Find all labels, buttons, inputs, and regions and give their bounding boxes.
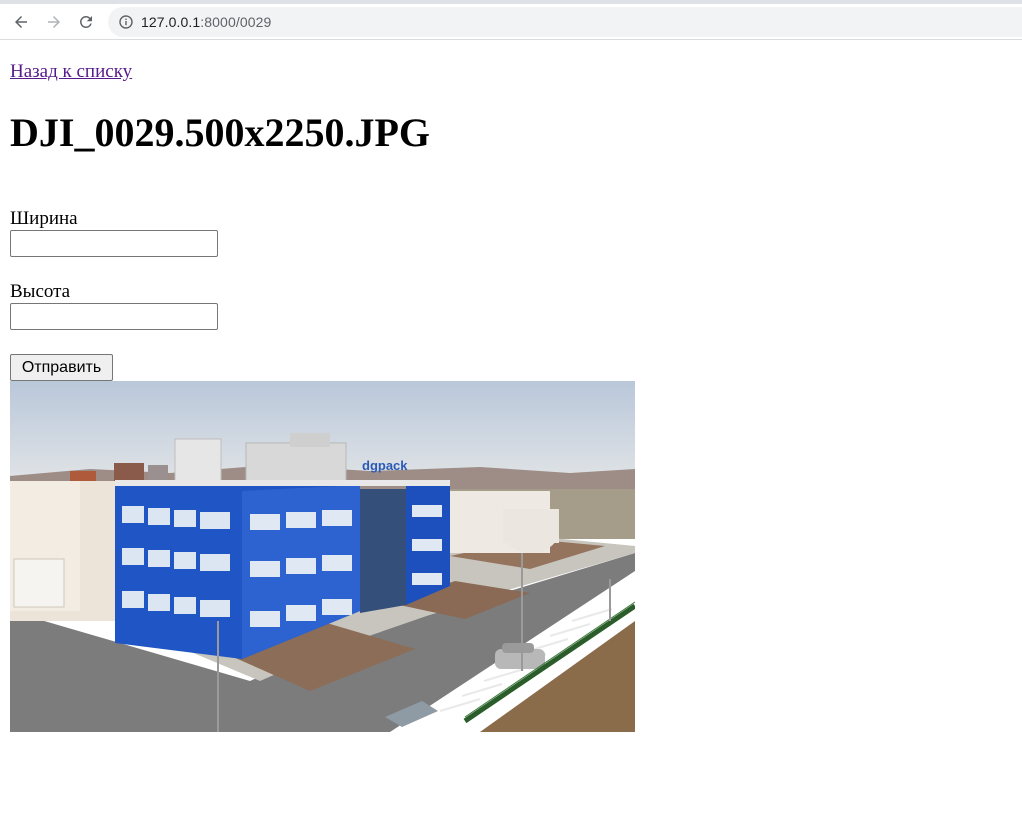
info-icon[interactable] [119, 15, 133, 29]
submit-button[interactable]: Отправить [10, 354, 113, 381]
reload-button[interactable] [74, 10, 98, 34]
forward-button[interactable] [42, 10, 66, 34]
arrow-left-icon [15, 16, 27, 28]
building-photo: dgpack [10, 381, 635, 732]
height-input[interactable] [10, 303, 218, 330]
arrow-right-icon [48, 16, 60, 28]
svg-text:dgpack: dgpack [362, 458, 408, 473]
url-text: 127.0.0.1:8000/0029 [141, 14, 271, 30]
browser-toolbar: 127.0.0.1:8000/0029 [0, 4, 1022, 40]
back-to-list-link[interactable]: Назад к списку [10, 61, 132, 83]
address-bar[interactable]: 127.0.0.1:8000/0029 [108, 7, 1022, 37]
width-input[interactable] [10, 230, 218, 257]
page-title: DJI_0029.500x2250.JPG [10, 110, 430, 155]
back-button[interactable] [9, 10, 33, 34]
height-label: Высота [10, 281, 71, 302]
reload-icon [80, 16, 92, 28]
url-path: :8000/0029 [200, 14, 272, 30]
url-host: 127.0.0.1 [141, 14, 201, 30]
width-label: Ширина [10, 208, 78, 229]
